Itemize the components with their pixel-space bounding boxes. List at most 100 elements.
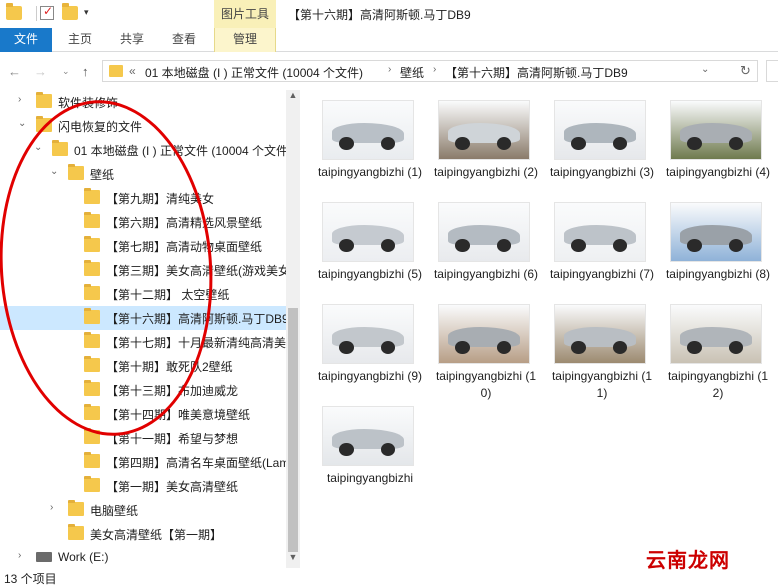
chevron-down-icon[interactable]: ⌄ xyxy=(701,64,709,75)
recent-locations-chevron-icon[interactable]: ⌄ xyxy=(62,66,70,77)
car-wheel xyxy=(339,442,354,456)
chevron-right-icon[interactable]: › xyxy=(388,64,391,75)
file-item[interactable]: taipingyangbizhi (9) xyxy=(316,304,424,400)
file-name: taipingyangbizhi (1) xyxy=(317,165,423,179)
file-item[interactable]: taipingyangbizhi (12) xyxy=(664,304,772,400)
address-overflow[interactable]: « xyxy=(129,64,136,78)
scroll-down-icon[interactable]: ▼ xyxy=(286,552,300,566)
chevron-right-icon[interactable]: › xyxy=(433,64,436,75)
navigation-pane-scrollbar[interactable]: ▲ ▼ xyxy=(286,90,300,568)
tab-view[interactable]: 查看 xyxy=(162,28,206,52)
scrollbar-thumb[interactable] xyxy=(288,308,298,552)
file-item[interactable]: taipingyangbizhi (7) xyxy=(548,202,656,298)
file-name: taipingyangbizhi (5) xyxy=(317,267,423,281)
image-thumbnail xyxy=(438,202,530,262)
car-wheel xyxy=(380,136,395,150)
address-segment-drive[interactable]: 01 本地磁盘 (I ) 正常文件 (10004 个文件) xyxy=(145,64,363,81)
file-item[interactable]: taipingyangbizhi (8) xyxy=(664,202,772,298)
file-item[interactable]: taipingyangbizhi (5) xyxy=(316,202,424,298)
image-thumbnail xyxy=(670,304,762,364)
image-thumbnail xyxy=(670,202,762,262)
refresh-icon[interactable]: ↻ xyxy=(740,63,751,79)
folder-icon xyxy=(68,500,84,516)
file-item[interactable]: taipingyangbizhi (1) xyxy=(316,100,424,196)
folder-icon xyxy=(84,452,100,468)
tree-item-label: Work (E:) xyxy=(58,550,109,564)
car-wheel xyxy=(380,340,395,354)
image-thumbnail xyxy=(438,100,530,160)
file-item[interactable]: taipingyangbizhi (3) xyxy=(548,100,656,196)
tree-item[interactable]: 【第一期】美女高清壁纸 xyxy=(0,474,286,498)
tab-file[interactable]: 文件 xyxy=(0,28,52,52)
folder-icon[interactable] xyxy=(6,3,22,20)
search-input[interactable] xyxy=(766,60,778,82)
tree-item[interactable]: 美女高清壁纸【第一期】 xyxy=(0,522,286,546)
file-item[interactable]: taipingyangbizhi (6) xyxy=(432,202,540,298)
file-name: taipingyangbizhi xyxy=(326,471,414,485)
tree-item[interactable]: › Work (E:) xyxy=(0,546,286,568)
car-wheel xyxy=(728,340,743,354)
car-wheel xyxy=(687,238,702,252)
tree-item-label: 美女高清壁纸【第一期】 xyxy=(90,528,223,542)
car-wheel xyxy=(455,238,470,252)
navigation-bar: ← → ⌄ ↑ « 01 本地磁盘 (I ) 正常文件 (10004 个文件) … xyxy=(0,52,778,90)
file-item[interactable]: taipingyangbizhi (10) xyxy=(432,304,540,400)
picture-tools-tab-group: 图片工具 xyxy=(214,0,276,28)
image-thumbnail xyxy=(322,100,414,160)
scroll-up-icon[interactable]: ▲ xyxy=(286,90,300,104)
car-wheel xyxy=(571,340,586,354)
file-item[interactable]: taipingyangbizhi (11) xyxy=(548,304,656,400)
file-name: taipingyangbizhi (9) xyxy=(317,369,423,383)
image-thumbnail xyxy=(554,100,646,160)
folder-icon xyxy=(109,65,123,77)
watermark: 云南龙网 xyxy=(646,548,730,572)
address-segment-current[interactable]: 【第十六期】高清阿斯顿.马丁DB9 xyxy=(445,64,628,81)
file-name: taipingyangbizhi (3) xyxy=(549,165,655,179)
file-name: taipingyangbizhi (8) xyxy=(665,267,771,281)
file-name: taipingyangbizhi (11) xyxy=(551,369,653,400)
file-item[interactable]: taipingyangbizhi (2) xyxy=(432,100,540,196)
folder-icon xyxy=(84,476,100,492)
collapse-chevron-icon[interactable]: ⌄ xyxy=(18,118,26,129)
car-wheel xyxy=(455,136,470,150)
expand-chevron-icon[interactable]: › xyxy=(18,550,21,561)
properties-icon[interactable] xyxy=(40,4,54,20)
new-folder-icon[interactable] xyxy=(62,3,78,20)
car-wheel xyxy=(612,136,627,150)
back-arrow-icon[interactable]: ← xyxy=(8,64,21,79)
car-wheel xyxy=(339,340,354,354)
window-title: 【第十六期】高清阿斯顿.马丁DB9 xyxy=(288,8,471,22)
car-wheel xyxy=(728,238,743,252)
tree-item-label: 【第四期】高清名车桌面壁纸(Lambo xyxy=(106,456,300,470)
car-wheel xyxy=(339,136,354,150)
image-thumbnail xyxy=(554,304,646,364)
expand-chevron-icon[interactable]: › xyxy=(18,94,21,105)
quick-access-separator xyxy=(36,6,37,21)
file-name: taipingyangbizhi (12) xyxy=(667,369,769,400)
car-wheel xyxy=(380,238,395,252)
car-wheel xyxy=(496,136,511,150)
car-wheel xyxy=(455,340,470,354)
up-arrow-icon[interactable]: ↑ xyxy=(82,64,89,79)
tree-item[interactable]: 【第四期】高清名车桌面壁纸(Lambo xyxy=(0,450,300,474)
car-wheel xyxy=(380,442,395,456)
file-name: taipingyangbizhi (10) xyxy=(435,369,537,400)
address-segment-wallpaper[interactable]: 壁纸 xyxy=(400,64,424,81)
tree-item[interactable]: › 软件装修饰 xyxy=(0,90,286,114)
file-name: taipingyangbizhi (4) xyxy=(665,165,771,179)
folder-icon xyxy=(36,92,52,108)
customize-toolbar-chevron-down-icon[interactable]: ▾ xyxy=(84,7,89,18)
car-wheel xyxy=(339,238,354,252)
tab-manage[interactable]: 管理 xyxy=(214,28,276,52)
forward-arrow-icon[interactable]: → xyxy=(34,64,47,79)
tree-item-label: 【第一期】美女高清壁纸 xyxy=(106,480,239,494)
file-item[interactable]: taipingyangbizhi xyxy=(316,406,424,502)
tab-home[interactable]: 主页 xyxy=(58,28,102,52)
item-count: 13 个项目 xyxy=(4,572,57,586)
tree-item[interactable]: 【第十一期】希望与梦想 xyxy=(0,426,286,450)
expand-chevron-icon[interactable]: › xyxy=(50,502,53,513)
tree-item[interactable]: › 电脑壁纸 xyxy=(0,498,286,522)
address-bar[interactable]: « 01 本地磁盘 (I ) 正常文件 (10004 个文件) › 壁纸 › 【… xyxy=(102,60,758,82)
tab-share[interactable]: 共享 xyxy=(110,28,154,52)
file-item[interactable]: taipingyangbizhi (4) xyxy=(664,100,772,196)
